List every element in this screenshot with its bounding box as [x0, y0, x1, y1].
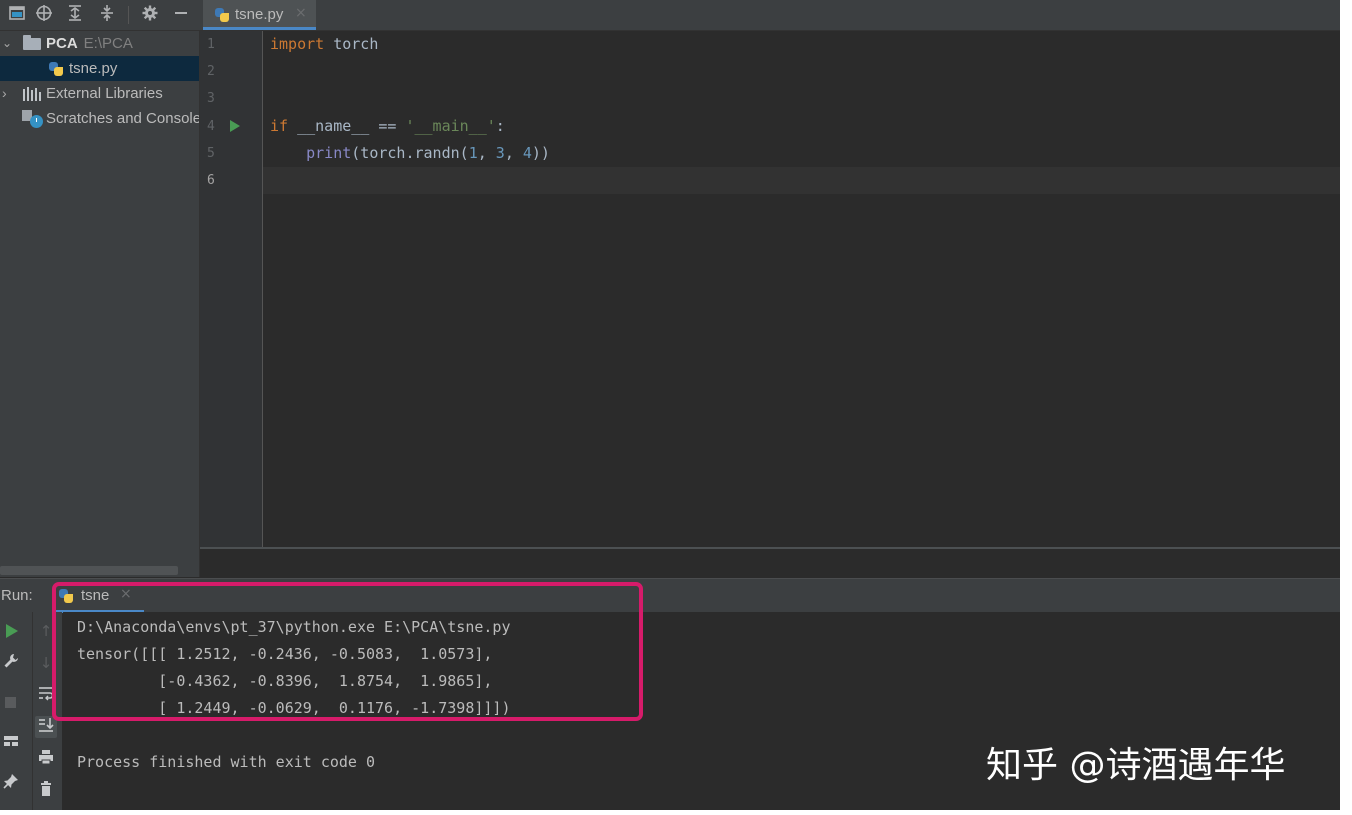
tree-item-label: External Libraries	[46, 85, 163, 102]
close-icon[interactable]: ×	[295, 5, 307, 21]
line-number: 6	[207, 173, 215, 188]
print-icon[interactable]	[35, 748, 57, 770]
project-view-icon[interactable]	[6, 4, 28, 26]
hide-icon[interactable]	[170, 4, 192, 26]
line-number: 5	[207, 146, 215, 161]
project-toolbar	[0, 0, 199, 30]
python-file-icon	[213, 6, 231, 24]
ide-window: tsne.py × ⌄ PCA E:\PCA tsne.py › External…	[0, 0, 1340, 810]
soft-wrap-icon[interactable]	[35, 684, 57, 706]
code-line-5: print(torch.randn(1, 3, 4))	[306, 144, 550, 162]
tree-item-scratches[interactable]: Scratches and Consoles	[0, 106, 199, 131]
run-tab-label: tsne	[81, 587, 110, 604]
console-line: [-0.4362, -0.8396, 1.8754, 1.9865],	[77, 672, 493, 690]
run-tab-tsne[interactable]: tsne ×	[53, 581, 144, 613]
console-line: D:\Anaconda\envs\pt_37\python.exe E:\PCA…	[77, 618, 511, 636]
rerun-icon[interactable]	[1, 620, 23, 642]
chevron-right-icon[interactable]: ›	[2, 81, 7, 106]
horizontal-scrollbar[interactable]	[0, 566, 178, 575]
console-line: tensor([[[ 1.2512, -0.2436, -0.5083, 1.0…	[77, 645, 493, 663]
tree-item-label: PCA	[46, 35, 78, 52]
stop-icon[interactable]	[0, 692, 22, 714]
locate-icon[interactable]	[33, 4, 55, 26]
pin-icon[interactable]	[0, 772, 22, 794]
line-number: 4	[207, 119, 215, 134]
gear-icon[interactable]	[139, 4, 161, 26]
run-gutter-icon[interactable]	[230, 120, 240, 132]
code-editor[interactable]: import torch if __name__ == '__main__': …	[263, 31, 1340, 547]
tree-item-path: E:\PCA	[83, 35, 133, 52]
console-line: [ 1.2449, -0.0629, 0.1176, -1.7398]]])	[77, 699, 511, 717]
run-toolbar-right: ↑ ↓	[33, 612, 62, 810]
collapse-all-icon[interactable]	[96, 4, 118, 26]
top-toolbar: tsne.py ×	[0, 0, 1340, 31]
expand-all-icon[interactable]	[64, 4, 86, 26]
line-number: 1	[207, 37, 215, 52]
active-tab-indicator	[203, 27, 316, 30]
arrow-down-icon[interactable]: ↓	[35, 652, 57, 674]
python-run-icon	[57, 587, 75, 605]
python-file-icon	[47, 60, 65, 78]
watermark: 知乎 @诗酒遇年华	[986, 745, 1286, 786]
toolbar-separator	[128, 6, 129, 24]
run-label: Run:	[1, 587, 33, 604]
line-number: 2	[207, 64, 215, 79]
wrench-icon[interactable]	[0, 652, 22, 674]
editor-scroll-area	[200, 547, 1340, 579]
run-toolwindow-header: Run: tsne ×	[0, 578, 1340, 613]
editor-tab-label: tsne.py	[235, 6, 284, 23]
code-line-1: import torch	[270, 35, 379, 53]
tree-item-label: tsne.py	[69, 60, 118, 77]
folder-icon	[23, 35, 41, 50]
tree-item-external-libraries[interactable]: › External Libraries	[0, 81, 199, 106]
layout-icon[interactable]	[0, 732, 22, 754]
tree-item-label: Scratches and Consoles	[46, 110, 199, 127]
trash-icon[interactable]	[35, 780, 57, 802]
close-icon[interactable]: ×	[120, 586, 132, 602]
code-line-4: if __name__ == '__main__':	[270, 117, 505, 135]
chevron-down-icon[interactable]: ⌄	[2, 31, 12, 56]
line-number-gutter: 1 2 3 4 5 6	[200, 31, 263, 547]
tree-item-tsne-py[interactable]: tsne.py	[0, 56, 199, 81]
libraries-icon	[23, 87, 43, 101]
arrow-up-icon[interactable]: ↑	[35, 620, 57, 642]
scroll-to-end-icon[interactable]	[35, 716, 57, 738]
editor-tab-tsne[interactable]: tsne.py ×	[203, 0, 316, 30]
scratches-icon	[22, 110, 44, 128]
tree-item-pca[interactable]: ⌄ PCA E:\PCA	[0, 31, 199, 56]
line-number: 3	[207, 91, 215, 106]
console-line: Process finished with exit code 0	[77, 753, 376, 771]
project-panel: ⌄ PCA E:\PCA tsne.py › External Libraries…	[0, 31, 200, 577]
current-line-highlight	[263, 167, 1340, 194]
run-toolbar-left	[0, 612, 33, 810]
